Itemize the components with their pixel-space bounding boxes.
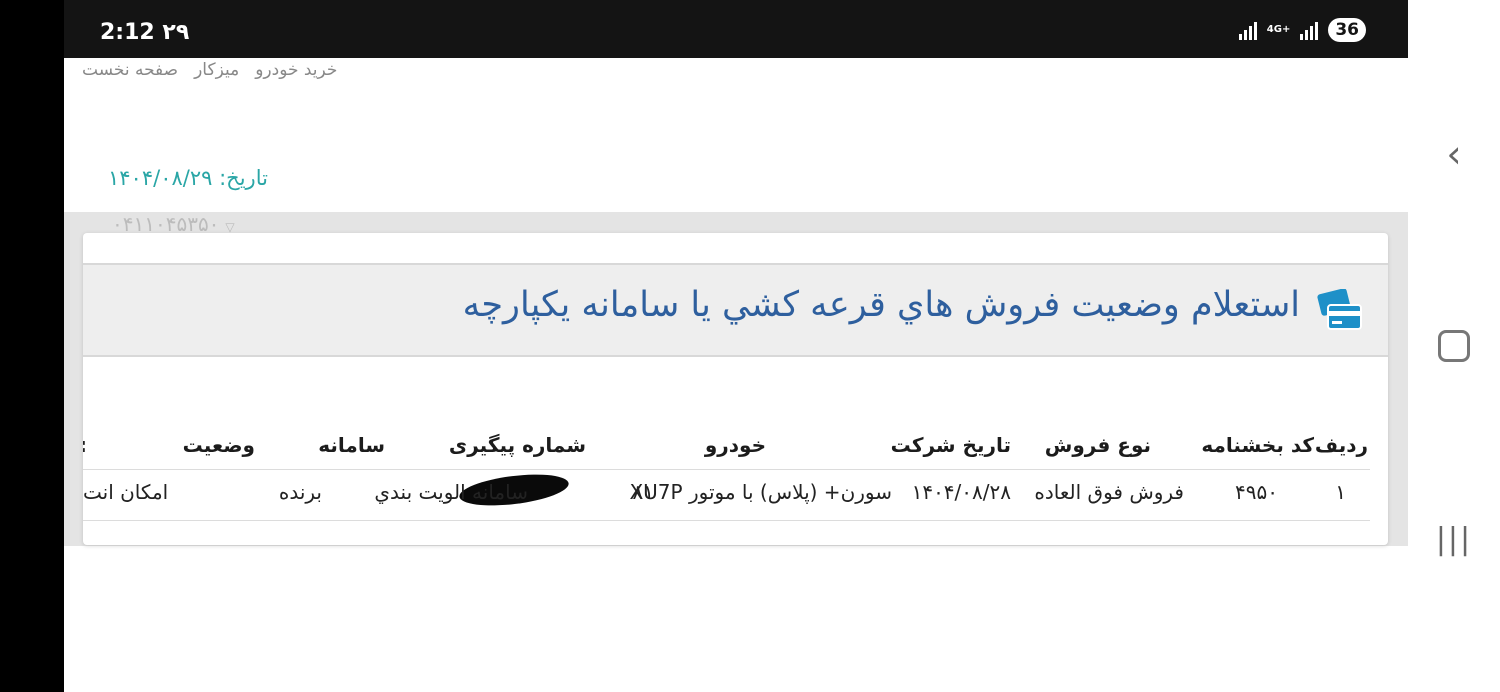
table-header-row: ردیف کد بخشنامه نوع فروش تاریخ شرکت خودر… [83,423,1370,470]
status-time: 2:12 ۲۹ [100,20,190,45]
cell-date: ۱۴۰۴/۰۸/۲۸ [911,480,1011,504]
card-header: استعلام وضعيت فروش هاي قرعه کشي يا سامان… [83,263,1388,357]
card-title: استعلام وضعيت فروش هاي قرعه کشي يا سامان… [462,285,1300,325]
col-header-circular-code: کد بخشنامه [1201,433,1314,457]
cell-car: سورن+ (پلاس) با موتور XU7P [629,480,892,504]
col-header-status: وضعیت [182,433,255,457]
col-header-row-no: ردیف [1314,433,1368,457]
col-header-sale-type: نوع فروش [1044,433,1151,457]
signal-icon [1238,20,1257,40]
date-value: ۱۴۰۴/۰۸/۲۹ [108,166,213,190]
breadcrumb-dashboard[interactable]: میزکار [194,60,239,84]
date-label: تاریخ: [219,166,268,190]
date-display: تاریخ: ۱۴۰۴/۰۸/۲۹ [108,166,268,190]
home-icon [1438,330,1470,362]
col-header-car: خودرو [704,433,766,457]
sales-table: ردیف کد بخشنامه نوع فروش تاریخ شرکت خودر… [83,423,1370,521]
col-header-tracking: شماره پیگیری [448,433,586,457]
col-header-date: تاریخ شرکت [890,433,1011,457]
cell-extra: امکان انت [83,480,169,504]
breadcrumb-home[interactable]: صفحه نخست [82,60,178,84]
col-header-extra: : [83,433,87,457]
col-header-system: سامانه [318,433,385,457]
network-type: 4G+ [1266,24,1291,35]
back-chevron-icon: ‹ [1446,132,1462,176]
battery-indicator: 36 [1328,18,1366,42]
cell-sale-type: فروش فوق العاده [1034,480,1184,504]
credit-card-icon [1317,289,1362,330]
dropdown-arrow-icon: ▽ [225,220,235,234]
cell-circular-code: ۴۹۵۰ [1235,480,1278,504]
breadcrumb-buy-car[interactable]: خرید خودرو [255,60,337,84]
table-row: ۱ ۴۹۵۰ فروش فوق العاده ۱۴۰۴/۰۸/۲۸ سورن+ … [83,469,1370,521]
status-bar: 2:12 ۲۹ 4G+ 36 [64,0,1408,58]
recent-apps-icon: ||| [1435,522,1473,557]
home-button[interactable] [1408,330,1500,366]
recent-apps-button[interactable]: ||| [1408,522,1500,557]
status-date: ۲۹ [162,20,190,45]
left-black-bar [0,0,64,692]
back-button[interactable]: ‹ [1408,132,1500,176]
cell-status: برنده [278,480,322,504]
inquiry-card: استعلام وضعيت فروش هاي قرعه کشي يا سامان… [83,233,1388,545]
status-icons: 4G+ 36 [1238,18,1366,42]
signal-icon-2 [1300,20,1319,40]
cell-tracking: ۸۱ [632,480,654,504]
cell-row-no: ۱ [1335,480,1346,504]
system-navigation: ‹ ||| [1408,0,1500,692]
breadcrumb: صفحه نخست میزکار خرید خودرو [82,60,392,84]
cell-system: سامانه الويت بندي [374,480,528,504]
